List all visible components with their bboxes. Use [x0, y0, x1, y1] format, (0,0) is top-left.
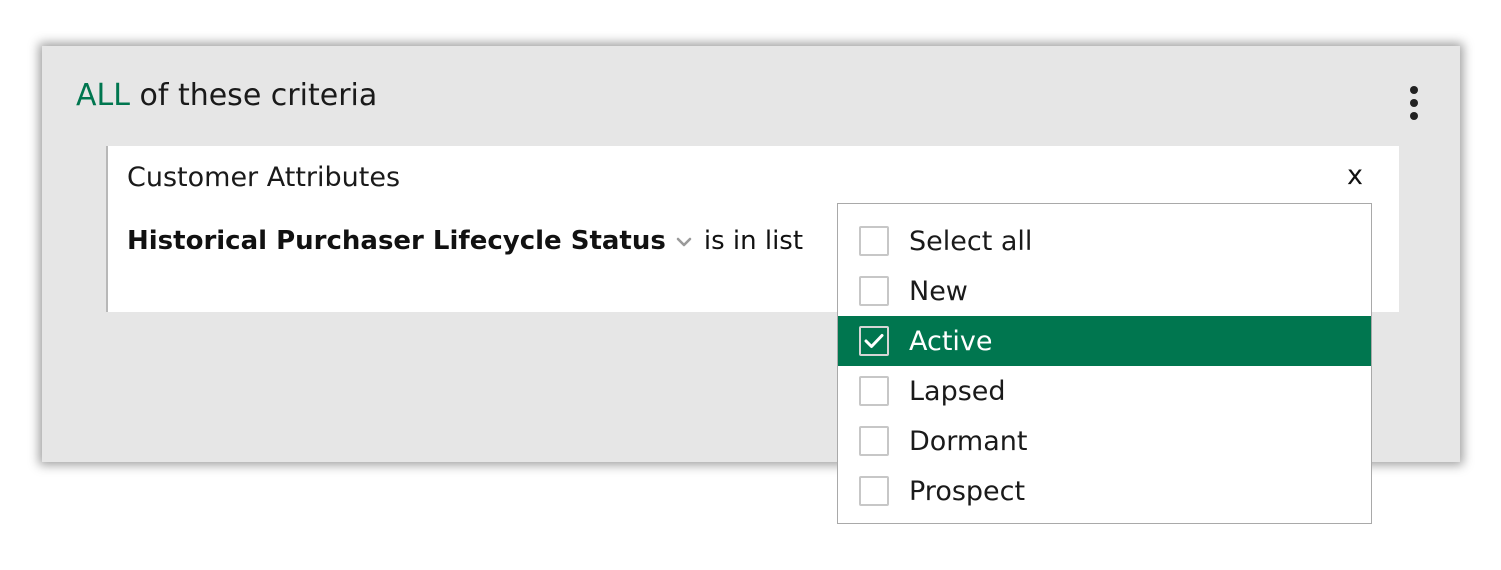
checkbox[interactable]	[859, 426, 889, 456]
option-label: Lapsed	[909, 375, 1006, 407]
values-dropdown[interactable]: Select all New Active Lapsed Dormant Pro…	[837, 203, 1372, 524]
match-quantifier[interactable]: ALL	[76, 78, 130, 113]
kebab-menu-icon[interactable]	[1401, 86, 1427, 120]
dropdown-option-dormant[interactable]: Dormant	[838, 416, 1371, 466]
chevron-down-icon	[676, 237, 692, 247]
operator-label[interactable]: is in list	[704, 226, 803, 256]
dropdown-option-new[interactable]: New	[838, 266, 1371, 316]
checkbox[interactable]	[859, 226, 889, 256]
dropdown-option-prospect[interactable]: Prospect	[838, 466, 1371, 516]
dropdown-option-select-all[interactable]: Select all	[838, 216, 1371, 266]
checkbox[interactable]	[859, 476, 889, 506]
criteria-group-title-text: of these criteria	[139, 78, 378, 113]
option-label: Active	[909, 325, 993, 357]
checkbox[interactable]	[859, 376, 889, 406]
remove-criterion-button[interactable]: x	[1347, 158, 1363, 194]
option-label: Dormant	[909, 425, 1028, 457]
criterion-category-title: Customer Attributes	[127, 162, 401, 193]
criteria-group-title: ALL of these criteria	[76, 76, 377, 116]
checkbox-checked[interactable]	[859, 326, 889, 356]
option-label: Prospect	[909, 475, 1026, 507]
kebab-dot	[1410, 112, 1418, 120]
kebab-dot	[1410, 86, 1418, 94]
kebab-dot	[1410, 99, 1418, 107]
attribute-select[interactable]: Historical Purchaser Lifecycle Status	[127, 226, 692, 256]
option-label: New	[909, 275, 968, 307]
dropdown-option-active[interactable]: Active	[838, 316, 1371, 366]
attribute-label: Historical Purchaser Lifecycle Status	[127, 226, 666, 256]
checkmark-icon	[864, 334, 884, 348]
dropdown-option-lapsed[interactable]: Lapsed	[838, 366, 1371, 416]
checkbox[interactable]	[859, 276, 889, 306]
criterion-rule-row: Historical Purchaser Lifecycle Status is…	[127, 222, 803, 260]
option-label: Select all	[909, 225, 1033, 257]
